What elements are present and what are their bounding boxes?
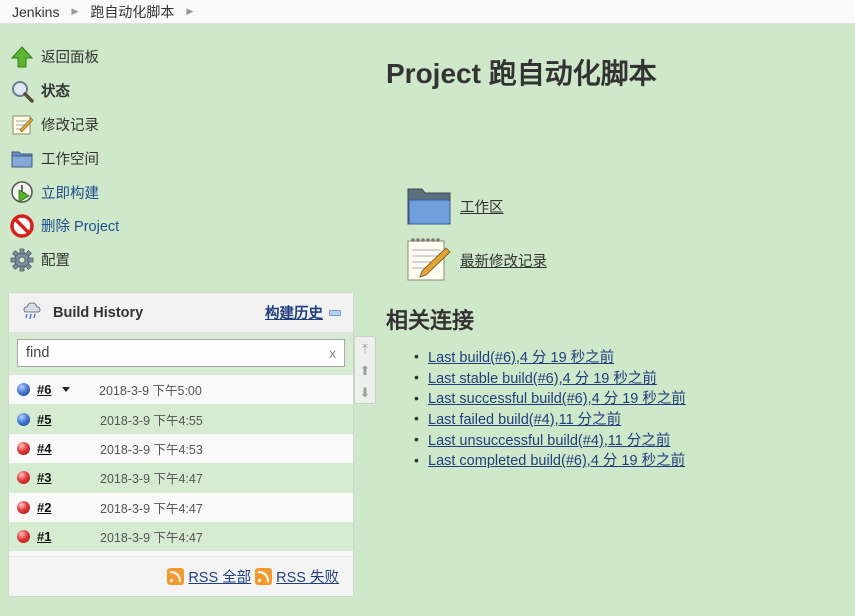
- task-label: 配置: [41, 253, 70, 270]
- status-ball-icon: [17, 441, 30, 455]
- list-item: Last build(#6),4 分 19 秒之前: [414, 346, 686, 367]
- build-row: #4 2018-3-9 下午4:53: [9, 433, 353, 464]
- breadcrumb-separator-icon[interactable]: ▶: [186, 6, 193, 17]
- page-title: Project 跑自动化脚本: [386, 58, 657, 89]
- build-date: 2018-3-9 下午4:55: [100, 413, 203, 428]
- recent-changes-link[interactable]: 最新修改记录: [406, 236, 547, 285]
- build-date: 2018-3-9 下午5:00: [99, 384, 202, 399]
- permalinks-list: Last build(#6),4 分 19 秒之前 Last stable bu…: [414, 346, 686, 470]
- status-ball-icon: [17, 500, 30, 514]
- gear-icon: [10, 248, 34, 272]
- breadcrumb-jenkins[interactable]: Jenkins: [0, 4, 71, 20]
- list-item: Last completed build(#6),4 分 19 秒之前: [414, 449, 686, 470]
- build-number-link[interactable]: #4: [37, 441, 59, 456]
- status-ball-icon: [17, 471, 30, 485]
- side-panel-tasks: 返回面板 状态 修改记录 工作空间 立即构建 删除 Project 配置: [10, 40, 340, 277]
- workspace-link-label: 工作区: [460, 200, 504, 216]
- permalink-last-successful-build[interactable]: Last successful build(#6),4 分 19 秒之前: [428, 387, 686, 408]
- rss-failed-link[interactable]: RSS 失败: [255, 566, 339, 587]
- folder-icon: [10, 146, 34, 170]
- build-search-input[interactable]: find x: [17, 339, 345, 367]
- breadcrumb-project[interactable]: 跑自动化脚本: [78, 2, 186, 22]
- permalink-last-unsuccessful-build[interactable]: Last unsuccessful build(#4),11 分之前: [428, 429, 670, 450]
- build-history-header: Build History 构建历史: [9, 293, 353, 333]
- collapse-icon[interactable]: [329, 309, 341, 316]
- build-number-link[interactable]: #5: [37, 412, 59, 427]
- build-search-container: find x: [9, 333, 353, 375]
- task-back-to-dashboard[interactable]: 返回面板: [10, 40, 340, 74]
- build-search-placeholder: find: [26, 345, 50, 361]
- build-date: 2018-3-9 下午4:47: [100, 531, 203, 546]
- task-changes[interactable]: 修改记录: [10, 108, 340, 142]
- folder-icon: [406, 184, 452, 229]
- page-first-icon[interactable]: ⤒: [362, 342, 368, 355]
- build-date: 2018-3-9 下午4:47: [100, 501, 203, 516]
- recent-changes-label: 最新修改记录: [460, 254, 547, 270]
- build-menu-chevron-down-icon[interactable]: [62, 387, 70, 393]
- list-item: Last unsuccessful build(#4),11 分之前: [414, 429, 686, 450]
- build-number-link[interactable]: #1: [37, 529, 59, 544]
- rss-failed-label: RSS 失败: [276, 570, 339, 586]
- status-ball-icon: [17, 530, 30, 544]
- task-label: 状态: [41, 84, 70, 101]
- notepad-icon: [406, 236, 452, 285]
- task-label: 删除 Project: [41, 219, 120, 236]
- permalink-last-build[interactable]: Last build(#6),4 分 19 秒之前: [428, 346, 614, 367]
- page-down-icon[interactable]: ⬇: [360, 386, 371, 399]
- notepad-icon: [10, 112, 34, 136]
- task-configure[interactable]: 配置: [10, 243, 340, 277]
- task-status[interactable]: 状态: [10, 74, 340, 108]
- build-number-link[interactable]: #6: [37, 382, 59, 397]
- build-list: #6 2018-3-9 下午5:00 #5 2018-3-9 下午4:55 #4…: [9, 375, 353, 561]
- page-up-icon[interactable]: ⬆: [360, 364, 371, 377]
- build-history-weather-icon: [21, 301, 43, 324]
- permalinks-title: 相关连接: [386, 308, 475, 333]
- build-row: #2 2018-3-9 下午4:47: [9, 492, 353, 522]
- task-label: 修改记录: [41, 117, 99, 134]
- build-history-pager: ⤒ ⬆ ⬇: [354, 336, 376, 404]
- list-item: Last failed build(#4),11 分之前: [414, 408, 686, 429]
- build-date: 2018-3-9 下午4:53: [100, 442, 203, 457]
- clock-play-icon: [10, 180, 34, 204]
- build-number-link[interactable]: #2: [37, 500, 59, 515]
- build-history-trend-link[interactable]: 构建历史: [265, 302, 323, 323]
- build-date: 2018-3-9 下午4:47: [100, 472, 203, 487]
- status-ball-icon: [17, 383, 30, 397]
- list-item: Last successful build(#6),4 分 19 秒之前: [414, 387, 686, 408]
- status-ball-icon: [17, 412, 30, 426]
- build-row: #6 2018-3-9 下午5:00: [9, 375, 353, 405]
- task-build-now[interactable]: 立即构建: [10, 175, 340, 209]
- breadcrumb: Jenkins ▶ 跑自动化脚本 ▶: [0, 0, 855, 24]
- no-entry-icon: [10, 214, 34, 238]
- build-history-widget: Build History 构建历史 find x #6 2018-3-9 下午…: [8, 292, 354, 597]
- rss-all-label: RSS 全部: [188, 570, 252, 586]
- breadcrumb-separator-icon[interactable]: ▶: [71, 6, 78, 17]
- task-label: 立即构建: [41, 185, 99, 202]
- build-number-link[interactable]: #3: [37, 470, 59, 485]
- up-arrow-icon: [10, 45, 34, 69]
- rss-all-link[interactable]: RSS 全部: [167, 566, 251, 587]
- build-history-title: Build History: [53, 304, 144, 321]
- rss-icon: [167, 568, 185, 585]
- task-workspace[interactable]: 工作空间: [10, 141, 340, 175]
- task-delete-project[interactable]: 删除 Project: [10, 209, 340, 243]
- clear-search-icon[interactable]: x: [329, 345, 336, 361]
- rss-icon: [255, 568, 273, 585]
- permalink-last-failed-build[interactable]: Last failed build(#4),11 分之前: [428, 408, 621, 429]
- build-row: #5 2018-3-9 下午4:55: [9, 404, 353, 434]
- build-row: #1 2018-3-9 下午4:47: [9, 521, 353, 552]
- build-history-footer: RSS 全部 RSS 失败: [9, 556, 353, 596]
- list-item: Last stable build(#6),4 分 19 秒之前: [414, 367, 686, 388]
- task-label: 工作空间: [41, 151, 99, 168]
- search-icon: [10, 79, 34, 103]
- build-row: #3 2018-3-9 下午4:47: [9, 463, 353, 493]
- workspace-link[interactable]: 工作区: [406, 184, 504, 229]
- permalink-last-completed-build[interactable]: Last completed build(#6),4 分 19 秒之前: [428, 449, 685, 470]
- task-label: 返回面板: [41, 50, 99, 67]
- permalink-last-stable-build[interactable]: Last stable build(#6),4 分 19 秒之前: [428, 367, 657, 388]
